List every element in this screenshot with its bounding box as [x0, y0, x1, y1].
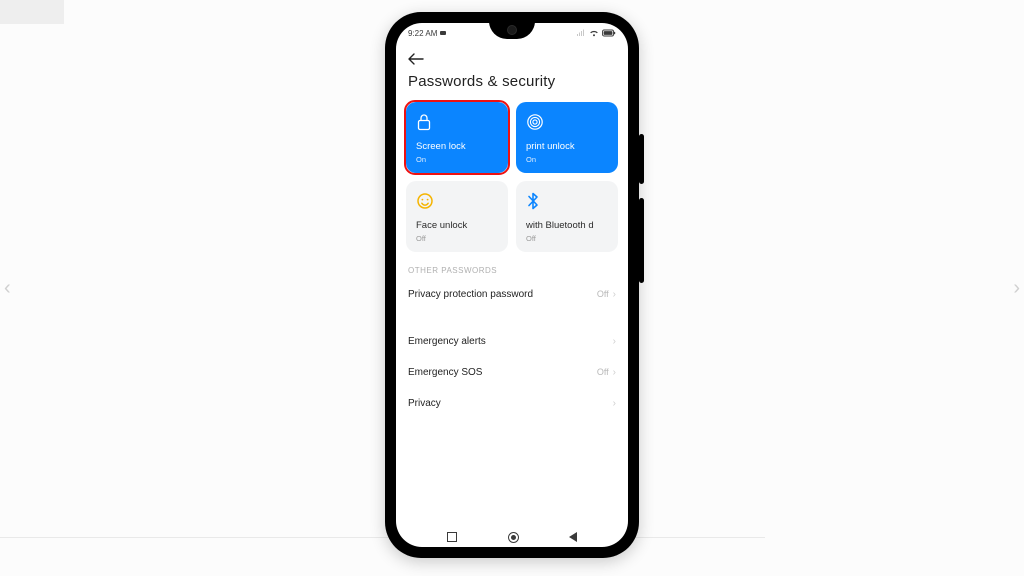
tile-status: Off	[526, 234, 608, 243]
chevron-right-icon: ›	[613, 367, 616, 378]
page-title: Passwords & security	[406, 69, 618, 102]
page-corner-tag	[0, 0, 64, 24]
back-button[interactable]	[406, 45, 618, 69]
nav-home-icon[interactable]	[508, 532, 519, 543]
signal-icon	[576, 29, 586, 37]
face-icon	[416, 191, 498, 211]
carousel-next-icon[interactable]: ›	[1013, 277, 1020, 300]
tile-screen-lock[interactable]: Screen lock On	[406, 102, 508, 173]
row-value: Off	[597, 289, 609, 299]
phone-side-button	[639, 198, 644, 283]
row-label: Emergency alerts	[408, 336, 486, 347]
bluetooth-icon	[526, 191, 608, 211]
battery-icon	[602, 29, 616, 37]
tile-face-unlock[interactable]: Face unlock Off	[406, 181, 508, 252]
status-time: 9:22 AM	[408, 29, 437, 38]
row-value: Off	[597, 367, 609, 377]
carousel-prev-icon[interactable]: ‹	[4, 277, 11, 300]
tile-label: with Bluetooth d	[526, 221, 608, 232]
chevron-right-icon: ›	[613, 398, 616, 409]
tile-label: Screen lock	[416, 142, 498, 153]
nav-recent-icon[interactable]	[447, 532, 457, 542]
row-emergency-alerts[interactable]: Emergency alerts ›	[406, 326, 618, 357]
tile-label: Face unlock	[416, 221, 498, 232]
phone-side-button	[639, 134, 644, 184]
row-label: Privacy	[408, 398, 441, 409]
chevron-right-icon: ›	[613, 336, 616, 347]
phone-screen: 9:22 AM Passwords & security S	[396, 23, 628, 547]
wifi-icon	[589, 29, 599, 37]
row-emergency-sos[interactable]: Emergency SOS Off ›	[406, 357, 618, 388]
tile-status: On	[416, 155, 498, 164]
page-divider	[0, 537, 765, 538]
row-label: Emergency SOS	[408, 367, 482, 378]
fingerprint-icon	[526, 112, 608, 132]
phone-frame: 9:22 AM Passwords & security S	[385, 12, 639, 558]
tile-bluetooth-unlock[interactable]: with Bluetooth d Off	[516, 181, 618, 252]
chevron-right-icon: ›	[613, 289, 616, 300]
tile-status: On	[526, 155, 608, 164]
lock-icon	[416, 112, 498, 132]
android-nav-bar	[396, 527, 628, 547]
tile-fingerprint-unlock[interactable]: print unlock On	[516, 102, 618, 173]
nav-back-icon[interactable]	[569, 532, 577, 542]
tile-status: Off	[416, 234, 498, 243]
row-label: Privacy protection password	[408, 289, 533, 300]
row-privacy[interactable]: Privacy ›	[406, 388, 618, 419]
row-privacy-protection-password[interactable]: Privacy protection password Off ›	[406, 279, 618, 310]
camera-indicator-icon	[440, 31, 446, 35]
section-heading: OTHER PASSWORDS	[408, 266, 618, 275]
tile-label: print unlock	[526, 142, 608, 153]
